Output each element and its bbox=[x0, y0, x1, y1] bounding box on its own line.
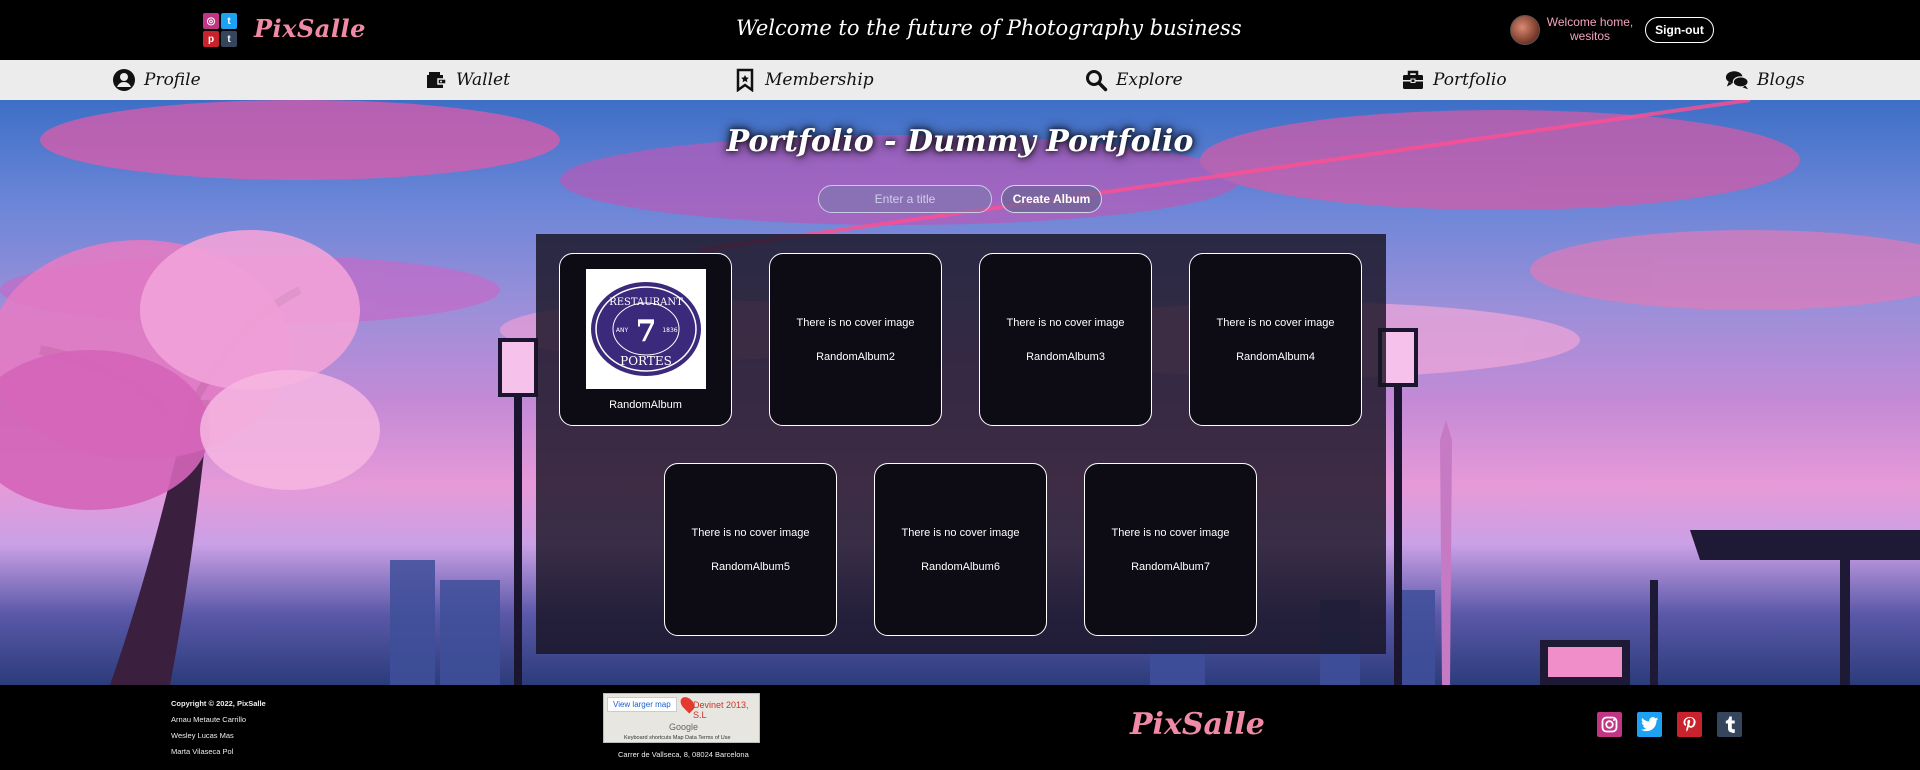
logo-top-text: RESTAURANT bbox=[609, 297, 683, 308]
logo-left-text: ANY bbox=[615, 327, 628, 334]
album-name: RandomAlbum5 bbox=[711, 560, 790, 573]
album-title-input[interactable] bbox=[818, 185, 992, 213]
footer-credits: Copyright © 2022, PixSalle Arnau Metaute… bbox=[171, 696, 266, 760]
no-cover-text: There is no cover image bbox=[1006, 316, 1125, 329]
footer-social-links bbox=[1597, 712, 1742, 737]
wallet-icon bbox=[427, 72, 447, 88]
nav-label-profile: Profile bbox=[144, 70, 201, 90]
comments-icon bbox=[1725, 71, 1749, 90]
map-pin-label: Devinet 2013, S.L bbox=[693, 700, 749, 720]
logo-right-text: 1836 bbox=[662, 327, 677, 334]
album-card[interactable]: There is no cover image RandomAlbum7 bbox=[1084, 463, 1257, 636]
header-tagline: Welcome to the future of Photography bus… bbox=[736, 16, 1242, 40]
avatar[interactable] bbox=[1510, 15, 1540, 45]
logo-number: 7 bbox=[635, 314, 656, 349]
header-logo[interactable]: PixSalle bbox=[254, 14, 366, 43]
tumblr-icon[interactable]: t bbox=[221, 31, 237, 47]
pinterest-icon[interactable] bbox=[1677, 712, 1702, 737]
nav-item-wallet[interactable]: Wallet bbox=[424, 68, 510, 92]
album-name: RandomAlbum2 bbox=[816, 350, 895, 363]
nav-item-membership[interactable]: Membership bbox=[733, 68, 874, 92]
user-icon bbox=[113, 69, 135, 91]
author: Marta Vilaseca Pol bbox=[171, 747, 234, 756]
instagram-icon[interactable]: ◎ bbox=[203, 13, 219, 29]
twitter-icon[interactable]: t bbox=[221, 13, 237, 29]
create-album-button[interactable]: Create Album bbox=[1001, 185, 1102, 213]
restaurant-logo: RESTAURANT 7 ANY 1836 PORTES bbox=[590, 281, 701, 376]
album-name: RandomAlbum4 bbox=[1236, 350, 1315, 363]
footer-address: Carrer de Vallseca, 8, 08024 Barcelona bbox=[618, 750, 749, 759]
google-logo: Google bbox=[669, 722, 699, 732]
nav-item-profile[interactable]: Profile bbox=[112, 68, 201, 92]
album-cover-image: RESTAURANT 7 ANY 1836 PORTES bbox=[585, 268, 706, 389]
briefcase-icon bbox=[1403, 70, 1423, 89]
album-card[interactable]: There is no cover image RandomAlbum6 bbox=[874, 463, 1047, 636]
tumblr-icon[interactable] bbox=[1717, 712, 1742, 737]
album-card[interactable]: There is no cover image RandomAlbum4 bbox=[1189, 253, 1362, 426]
welcome-message: Welcome home, wesitos bbox=[1545, 15, 1635, 43]
album-card[interactable]: There is no cover image RandomAlbum3 bbox=[979, 253, 1152, 426]
nav-item-blogs[interactable]: Blogs bbox=[1725, 68, 1805, 92]
welcome-line: Welcome home, bbox=[1546, 15, 1634, 29]
copyright: Copyright © 2022, PixSalle bbox=[171, 699, 266, 708]
album-name: RandomAlbum6 bbox=[921, 560, 1000, 573]
header: ◎ t p t PixSalle Welcome to the future o… bbox=[0, 0, 1920, 60]
page-title: Portfolio - Dummy Portfolio bbox=[726, 124, 1194, 159]
main-nav: Profile Wallet Membership Explore Portfo… bbox=[0, 60, 1920, 100]
nav-label-explore: Explore bbox=[1116, 70, 1183, 90]
album-name: RandomAlbum7 bbox=[1131, 560, 1210, 573]
username: wesitos bbox=[1569, 29, 1610, 43]
search-icon bbox=[1086, 70, 1108, 92]
map-terms[interactable]: Keyboard shortcuts Map Data Terms of Use bbox=[624, 735, 731, 741]
pinterest-icon[interactable]: p bbox=[203, 31, 219, 47]
author: Arnau Metaute Carrillo bbox=[171, 715, 247, 724]
author: Wesley Lucas Mas bbox=[171, 731, 234, 740]
footer: Copyright © 2022, PixSalle Arnau Metaute… bbox=[0, 685, 1920, 770]
twitter-icon[interactable] bbox=[1637, 712, 1662, 737]
nav-label-blogs: Blogs bbox=[1757, 70, 1805, 90]
no-cover-text: There is no cover image bbox=[1216, 316, 1335, 329]
view-larger-map-link[interactable]: View larger map bbox=[607, 697, 677, 712]
nav-item-portfolio[interactable]: Portfolio bbox=[1401, 68, 1507, 92]
nav-item-explore[interactable]: Explore bbox=[1084, 68, 1183, 92]
instagram-icon[interactable] bbox=[1597, 712, 1622, 737]
album-name: RandomAlbum bbox=[609, 398, 682, 411]
no-cover-text: There is no cover image bbox=[796, 316, 915, 329]
embedded-map[interactable]: View larger map Devinet 2013, S.L Google… bbox=[603, 693, 760, 743]
no-cover-text: There is no cover image bbox=[1111, 526, 1230, 539]
nav-label-wallet: Wallet bbox=[456, 70, 510, 90]
footer-logo[interactable]: PixSalle bbox=[1130, 707, 1265, 742]
album-card[interactable]: RESTAURANT 7 ANY 1836 PORTES RandomAlbum bbox=[559, 253, 732, 426]
albums-panel: RESTAURANT 7 ANY 1836 PORTES RandomAlbum… bbox=[536, 234, 1386, 654]
logo-bottom-text: PORTES bbox=[620, 354, 672, 368]
nav-label-portfolio: Portfolio bbox=[1433, 70, 1507, 90]
no-cover-text: There is no cover image bbox=[691, 526, 810, 539]
album-card[interactable]: There is no cover image RandomAlbum2 bbox=[769, 253, 942, 426]
bookmark-icon bbox=[736, 68, 754, 92]
album-name: RandomAlbum3 bbox=[1026, 350, 1105, 363]
header-social-links: ◎ t p t bbox=[203, 13, 237, 47]
album-card[interactable]: There is no cover image RandomAlbum5 bbox=[664, 463, 837, 636]
no-cover-text: There is no cover image bbox=[901, 526, 1020, 539]
sign-out-button[interactable]: Sign-out bbox=[1645, 17, 1714, 43]
nav-label-membership: Membership bbox=[765, 70, 874, 90]
